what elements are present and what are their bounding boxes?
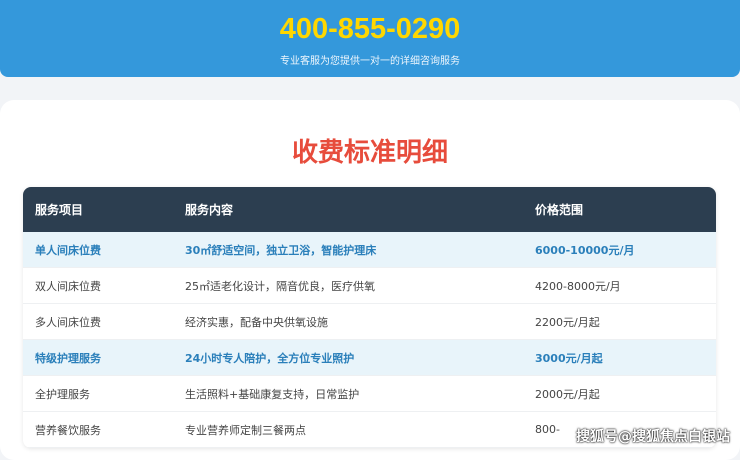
table-row: 单人间床位费 30㎡舒适空间，独立卫浴，智能护理床 6000-10000元/月 bbox=[23, 232, 716, 268]
header-item: 服务项目 bbox=[35, 203, 84, 217]
cell-content: 生活照料+基础康复支持，日常监护 bbox=[185, 387, 360, 401]
cell-price: 6000-10000元/月 bbox=[535, 243, 635, 257]
header-content: 服务内容 bbox=[185, 203, 234, 217]
table-row: 特级护理服务 24小时专人陪护，全方位专业照护 3000元/月起 bbox=[23, 340, 716, 376]
header-price: 价格范围 bbox=[535, 203, 584, 217]
contact-banner: 400-855-0290 专业客服为您提供一对一的详细咨询服务 bbox=[0, 0, 740, 77]
table-row: 全护理服务 生活照料+基础康复支持，日常监护 2000元/月起 bbox=[23, 376, 716, 412]
phone-number[interactable]: 400-855-0290 bbox=[0, 0, 740, 46]
cell-content: 25㎡适老化设计，隔音优良，医疗供氧 bbox=[185, 279, 375, 293]
cell-price: 2000元/月起 bbox=[535, 387, 600, 401]
cell-item: 双人间床位费 bbox=[35, 279, 101, 293]
cell-item: 特级护理服务 bbox=[35, 351, 101, 365]
watermark: 搜狐号@搜狐焦点白银站 bbox=[576, 429, 730, 445]
cell-price: 3000元/月起 bbox=[535, 351, 603, 365]
table-header: 服务项目 服务内容 价格范围 bbox=[23, 187, 716, 232]
cell-price: 2200元/月起 bbox=[535, 315, 600, 329]
cell-item: 营养餐饮服务 bbox=[35, 423, 101, 437]
table-row: 双人间床位费 25㎡适老化设计，隔音优良，医疗供氧 4200-8000元/月 bbox=[23, 268, 716, 304]
cell-price: 4200-8000元/月 bbox=[535, 279, 621, 293]
cell-item: 全护理服务 bbox=[35, 387, 90, 401]
page-title: 收费标准明细 bbox=[291, 138, 448, 168]
cell-content: 24小时专人陪护，全方位专业照护 bbox=[185, 351, 355, 365]
cell-item: 单人间床位费 bbox=[35, 243, 101, 257]
cell-content: 经济实惠，配备中央供氧设施 bbox=[185, 315, 328, 329]
cell-item: 多人间床位费 bbox=[35, 315, 101, 329]
cell-content: 30㎡舒适空间，独立卫浴，智能护理床 bbox=[185, 243, 377, 257]
fee-table: 服务项目 服务内容 价格范围 单人间床位费 30㎡舒适空间，独立卫浴，智能护理床 6… bbox=[23, 187, 716, 448]
table-row: 多人间床位费 经济实惠，配备中央供氧设施 2200元/月起 bbox=[23, 304, 716, 340]
banner-subtitle: 专业客服为您提供一对一的详细咨询服务 bbox=[280, 56, 460, 67]
cell-content: 专业营养师定制三餐两点 bbox=[185, 423, 306, 437]
